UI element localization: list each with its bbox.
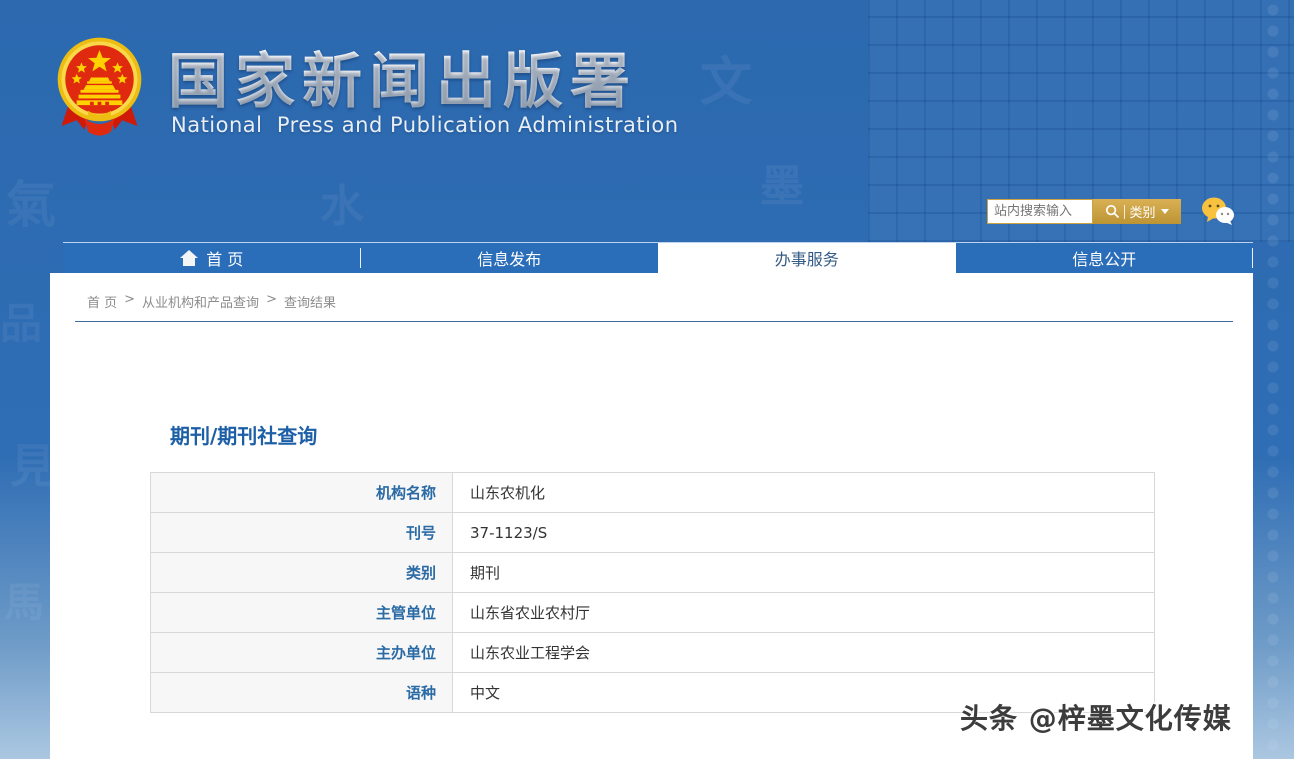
wechat-icon	[1202, 197, 1234, 225]
content-panel: 首 页 > 从业机构和产品查询 > 查询结果 期刊/期刊社查询 机构名称 山东农…	[50, 273, 1253, 759]
journal-info-table: 机构名称 山东农机化 刊号 37-1123/S 类别 期刊 主管单位 山东省农业…	[150, 472, 1155, 713]
caret-down-icon	[1160, 209, 1169, 214]
breadcrumb-underline	[75, 321, 1233, 322]
row-value: 山东省农业农村厅	[452, 592, 1155, 633]
site-search: 类别	[987, 198, 1181, 225]
page-title: 期刊/期刊社查询	[170, 424, 318, 448]
search-category-dropdown[interactable]: 类别	[1129, 202, 1155, 221]
row-value: 山东农业工程学会	[452, 632, 1155, 673]
search-controls: 类别	[1093, 199, 1181, 224]
calligraphy-texture: 品	[0, 299, 43, 348]
nav-item-label: 首 页	[206, 250, 244, 269]
nav-item-news[interactable]: 信息发布	[361, 243, 659, 273]
search-icon	[1106, 204, 1120, 219]
table-row: 主办单位 山东农业工程学会	[150, 632, 1155, 673]
table-row: 刊号 37-1123/S	[150, 512, 1155, 553]
breadcrumb-current: 查询结果	[283, 296, 336, 311]
nav-item-services[interactable]: 办事服务	[658, 243, 956, 273]
breadcrumb-query[interactable]: 从业机构和产品查询	[142, 292, 259, 311]
breadcrumb: 首 页 > 从业机构和产品查询 > 查询结果	[87, 292, 336, 311]
breadcrumb-separator: >	[124, 292, 136, 307]
row-label: 主管单位	[150, 592, 453, 633]
table-row: 主管单位 山东省农业农村厅	[150, 592, 1155, 633]
table-row: 机构名称 山东农机化	[150, 472, 1155, 513]
home-icon	[180, 250, 199, 266]
row-label: 机构名称	[150, 472, 453, 513]
toutiao-watermark: 头条 @梓墨文化传媒	[960, 702, 1232, 735]
national-emblem-logo[interactable]	[52, 33, 147, 143]
site-subtitle: National Press and Publication Administr…	[171, 113, 679, 137]
breadcrumb-home[interactable]: 首 页	[87, 292, 117, 311]
row-value: 山东农机化	[452, 472, 1155, 513]
breadcrumb-separator: >	[266, 292, 277, 307]
nav-item-home[interactable]: 首 页	[63, 243, 361, 273]
row-value: 37-1123/S	[452, 512, 1155, 553]
nav-item-label: 信息公开	[1072, 250, 1137, 269]
row-label: 刊号	[150, 512, 453, 553]
nav-item-label: 信息发布	[477, 250, 542, 269]
divider	[1124, 204, 1126, 219]
calligraphy-texture: 馬	[4, 580, 44, 626]
nav-item-label: 办事服务	[774, 250, 839, 269]
search-input[interactable]	[987, 199, 1093, 224]
site-title: 国家新闻出版署	[168, 33, 728, 120]
row-label: 主办单位	[150, 632, 453, 673]
wechat-share-button[interactable]	[1201, 195, 1235, 227]
site-header: 国家新闻出版署 National Press and Publication A…	[0, 0, 1294, 242]
nav-item-disclosure[interactable]: 信息公开	[956, 243, 1254, 273]
row-label: 类别	[150, 552, 453, 593]
china-national-emblem-icon	[57, 37, 142, 136]
row-label: 语种	[150, 672, 453, 713]
search-button[interactable]	[1105, 204, 1120, 219]
table-row: 类别 期刊	[150, 552, 1155, 593]
row-value: 期刊	[452, 552, 1155, 593]
main-nav: 首 页 信息发布 办事服务 信息公开	[63, 242, 1253, 273]
